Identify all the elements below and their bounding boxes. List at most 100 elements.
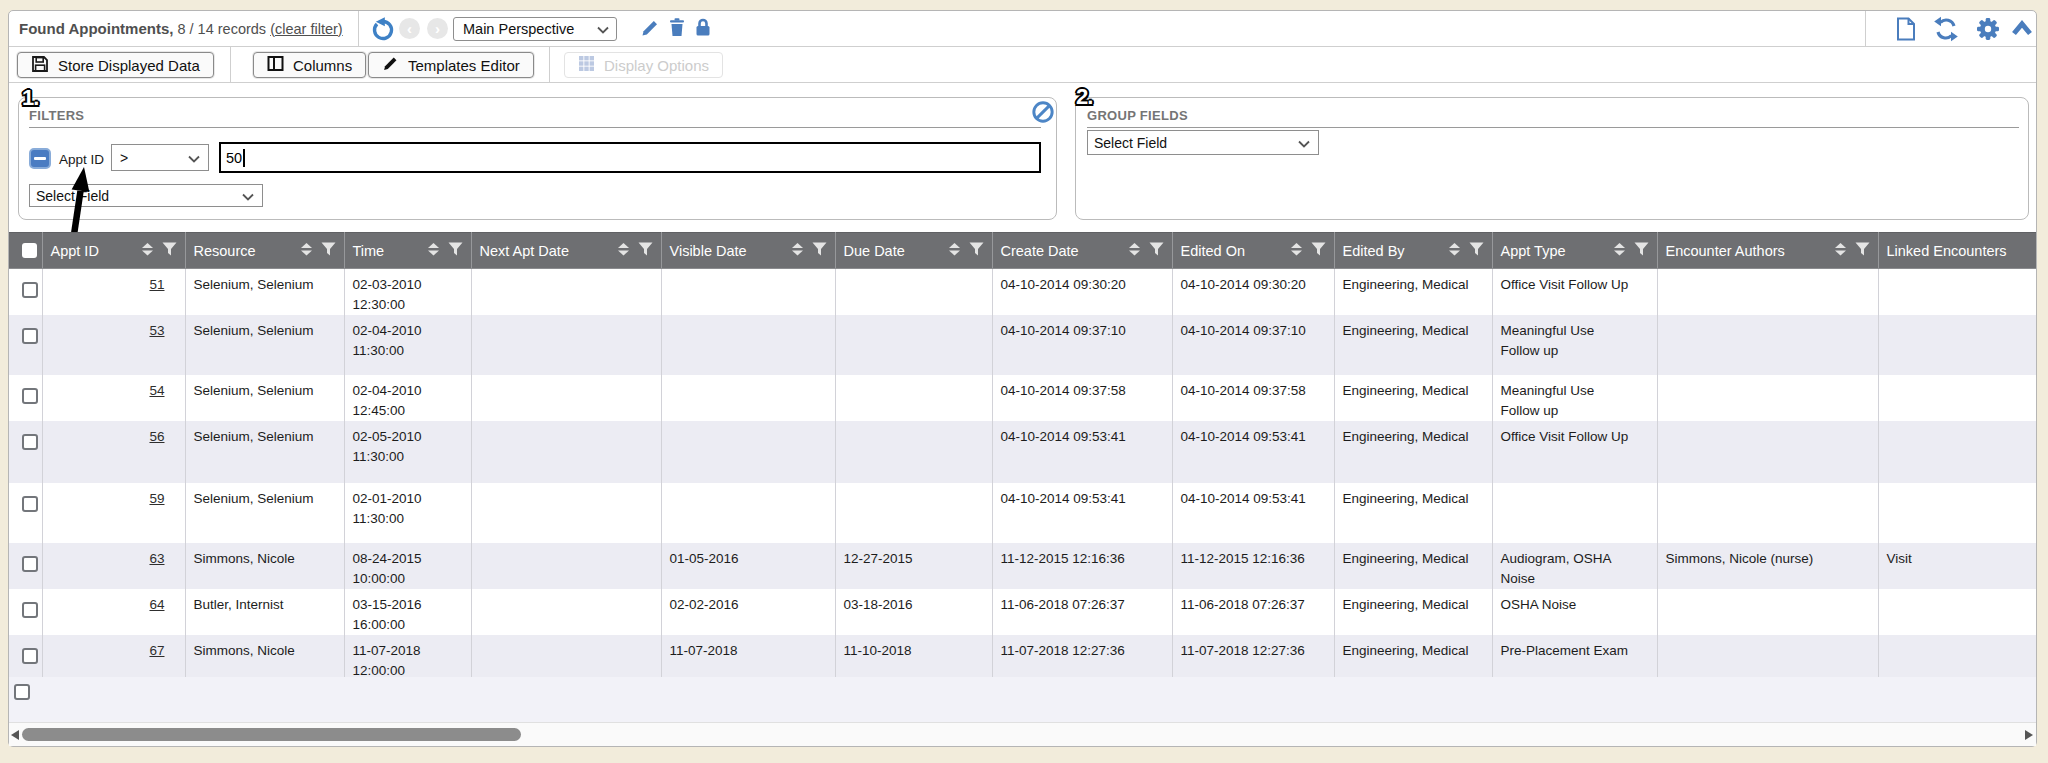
sort-icon[interactable]: [1614, 243, 1625, 259]
new-document-icon[interactable]: [1893, 16, 1919, 46]
horizontal-scrollbar[interactable]: [9, 722, 2036, 746]
appt-id-link[interactable]: 56: [149, 429, 164, 444]
clear-filters-icon[interactable]: [1032, 101, 1054, 127]
table-cell: 11-12-2015 12:16:36: [992, 543, 1172, 589]
row-checkbox[interactable]: [22, 556, 38, 572]
filter-icon[interactable]: [969, 242, 984, 259]
table-cell: [471, 589, 661, 635]
row-checkbox[interactable]: [22, 602, 38, 618]
refresh-icon[interactable]: [1933, 16, 1959, 46]
appt-id-link[interactable]: 51: [149, 277, 164, 292]
row-checkbox[interactable]: [14, 684, 30, 700]
sort-icon[interactable]: [1129, 243, 1140, 259]
filter-icon[interactable]: [638, 242, 653, 259]
table-cell: 02-02-2016: [661, 589, 835, 635]
sort-icon[interactable]: [1835, 243, 1846, 259]
table-cell: 11-07-2018 12:27:36: [1172, 635, 1334, 677]
column-header-edited-on[interactable]: Edited On: [1172, 233, 1334, 269]
main-panel: Found Appointments, 8 / 14 records (clea…: [8, 10, 2037, 747]
filter-add-field-select[interactable]: Select Field: [29, 184, 263, 207]
templates-editor-button[interactable]: Templates Editor: [368, 52, 534, 78]
text-caret: [243, 149, 245, 167]
appt-id-link[interactable]: 54: [149, 383, 164, 398]
appt-id-link[interactable]: 53: [149, 323, 164, 338]
appt-id-link[interactable]: 63: [149, 551, 164, 566]
filter-icon[interactable]: [1311, 242, 1326, 259]
group-field-select[interactable]: Select Field: [1087, 130, 1319, 155]
row-checkbox[interactable]: [22, 648, 38, 664]
table-cell: Engineering, Medical: [1334, 315, 1492, 375]
filter-icon[interactable]: [162, 242, 177, 259]
filter-icon[interactable]: [321, 242, 336, 259]
column-header-linked-encounters[interactable]: Linked Encounters: [1878, 233, 2036, 269]
row-checkbox[interactable]: [22, 282, 38, 298]
appointments-table: Appt IDResourceTimeNext Apt DateVisible …: [9, 232, 2036, 677]
scroll-right-icon[interactable]: [2025, 730, 2033, 740]
collapse-icon[interactable]: [2011, 20, 2033, 42]
column-header-encounter-authors[interactable]: Encounter Authors: [1657, 233, 1878, 269]
sort-icon[interactable]: [949, 243, 960, 259]
filter-icon[interactable]: [448, 242, 463, 259]
table-cell: 04-10-2014 09:30:20: [992, 269, 1172, 316]
edit-perspective-icon[interactable]: [640, 18, 660, 42]
column-header-time[interactable]: Time: [344, 233, 471, 269]
filter-icon[interactable]: [1469, 242, 1484, 259]
column-header-visible-date[interactable]: Visible Date: [661, 233, 835, 269]
filter-operator-select[interactable]: >: [111, 144, 209, 171]
appt-id-link[interactable]: 64: [149, 597, 164, 612]
sort-icon[interactable]: [301, 243, 312, 259]
divider: [358, 11, 359, 46]
table-cell: Simmons, Nicole (nurse): [1657, 543, 1878, 589]
column-header-next-apt-date[interactable]: Next Apt Date: [471, 233, 661, 269]
column-header-create-date[interactable]: Create Date: [992, 233, 1172, 269]
table-cell: Engineering, Medical: [1334, 375, 1492, 421]
undo-icon[interactable]: [370, 16, 396, 46]
title-group: Found Appointments, 8 / 14 records (clea…: [19, 11, 343, 46]
column-header-edited-by[interactable]: Edited By: [1334, 233, 1492, 269]
filter-icon[interactable]: [1634, 242, 1649, 259]
table-cell: [661, 269, 835, 316]
prev-perspective-button[interactable]: ‹: [399, 18, 420, 39]
table-cell: Selenium, Selenium: [185, 269, 344, 316]
column-header-appt-type[interactable]: Appt Type: [1492, 233, 1657, 269]
column-header-resource[interactable]: Resource: [185, 233, 344, 269]
row-checkbox[interactable]: [22, 434, 38, 450]
table-cell: 11-06-2018 07:26:37: [1172, 589, 1334, 635]
appt-id-link[interactable]: 67: [149, 643, 164, 658]
row-checkbox[interactable]: [22, 496, 38, 512]
perspective-select[interactable]: Main Perspective: [453, 17, 617, 41]
sort-icon[interactable]: [428, 243, 439, 259]
scroll-left-icon[interactable]: [11, 730, 19, 740]
divider: [1865, 11, 1866, 46]
columns-button[interactable]: Columns: [253, 52, 366, 78]
gear-icon[interactable]: [1975, 16, 2001, 46]
column-header-appt-id[interactable]: Appt ID: [42, 233, 185, 269]
filter-icon[interactable]: [1149, 242, 1164, 259]
store-displayed-data-button[interactable]: Store Displayed Data: [17, 52, 214, 78]
row-checkbox[interactable]: [22, 388, 38, 404]
appointments-table-wrap: Appt IDResourceTimeNext Apt DateVisible …: [9, 232, 2036, 677]
table-cell: 04-10-2014 09:53:41: [992, 421, 1172, 483]
filter-value-input[interactable]: 50: [219, 142, 1041, 173]
sort-icon[interactable]: [1449, 243, 1460, 259]
lock-icon[interactable]: [693, 17, 713, 41]
appt-id-link[interactable]: 59: [149, 491, 164, 506]
appt-id-cell: 54: [42, 375, 185, 421]
row-checkbox[interactable]: [22, 328, 38, 344]
sort-icon[interactable]: [618, 243, 629, 259]
clear-filter-link[interactable]: (clear filter): [270, 21, 343, 37]
remove-filter-button[interactable]: [29, 148, 51, 169]
filter-icon[interactable]: [1855, 242, 1870, 259]
display-options-button: Display Options: [564, 52, 723, 78]
sort-icon[interactable]: [792, 243, 803, 259]
select-all-checkbox[interactable]: [22, 243, 37, 258]
table-cell: [1657, 483, 1878, 543]
delete-perspective-icon[interactable]: [667, 17, 687, 41]
table-cell: Engineering, Medical: [1334, 635, 1492, 677]
scrollbar-thumb[interactable]: [22, 728, 521, 741]
column-header-due-date[interactable]: Due Date: [835, 233, 992, 269]
sort-icon[interactable]: [142, 243, 153, 259]
filter-icon[interactable]: [812, 242, 827, 259]
sort-icon[interactable]: [1291, 243, 1302, 259]
next-perspective-button[interactable]: ›: [427, 18, 448, 39]
